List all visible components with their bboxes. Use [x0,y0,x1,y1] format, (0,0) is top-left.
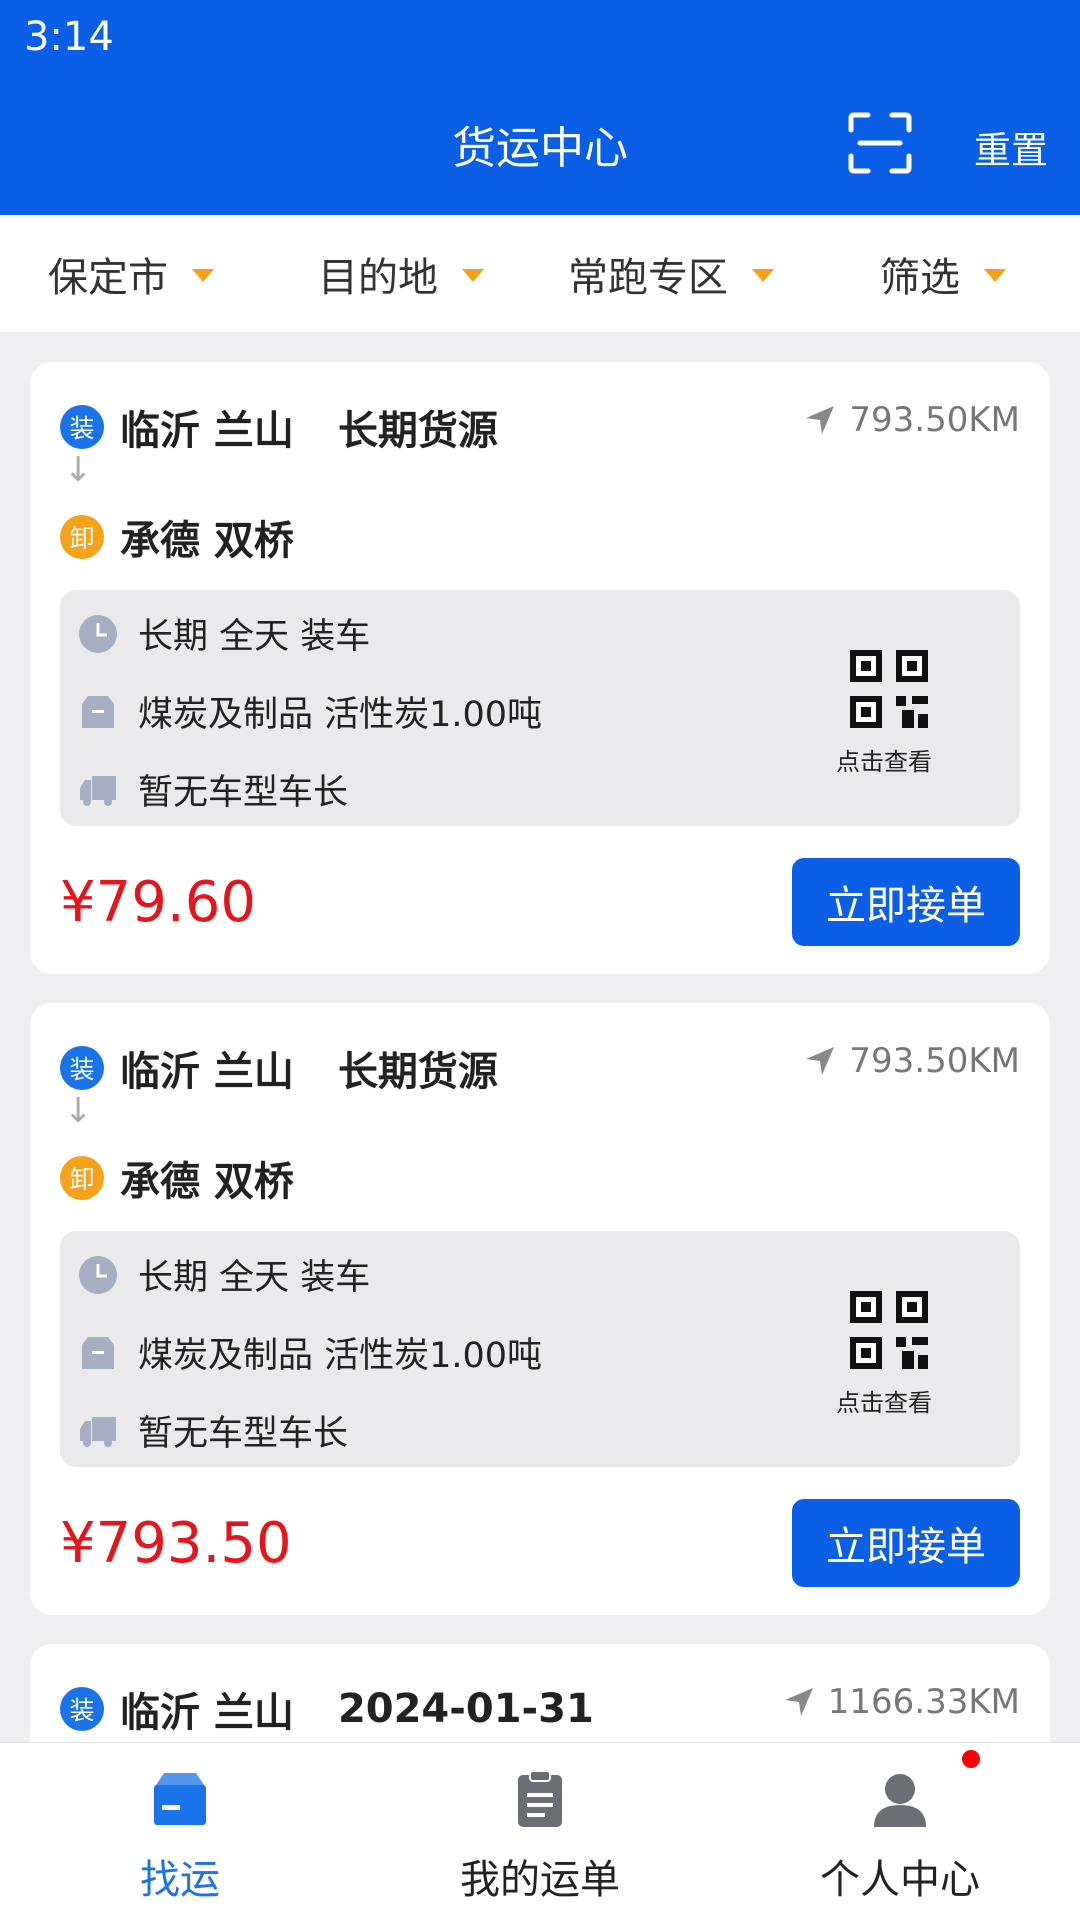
tab-profile[interactable]: 个人中心 [720,1743,1080,1920]
origin-text: 临沂 兰山 [120,408,294,454]
origin-row: 装 临沂 兰山 长期货源 [60,398,498,456]
truck-info: 暂无车型车长 [78,764,348,815]
distance: 793.50KM [803,398,1020,442]
tab-find-freight-label: 找运 [140,1857,220,1903]
origin-text: 临沂 兰山 [120,1049,294,1095]
time-info-text: 长期 全天 装车 [138,1258,371,1298]
filter-destination-label: 目的地 [318,254,438,301]
origin-text: 临沂 兰山 [120,1690,294,1736]
person-icon [874,1774,926,1827]
distance-text: 1166.33KM [827,1682,1020,1722]
order-card[interactable]: 装 临沂 兰山 长期货源 793.50KM ↓ 卸 承德 双桥 长期 全天 装车… [30,1003,1050,1615]
truck-info: 暂无车型车长 [78,1405,348,1456]
cargo-info-text: 煤炭及制品 活性炭1.00吨 [138,695,543,735]
filter-more[interactable]: 筛选 [880,215,1006,332]
truck-info-text: 暂无车型车长 [138,773,349,813]
qr-code-icon[interactable] [850,650,928,728]
tab-my-orders-label: 我的运单 [460,1857,620,1903]
truck-icon [80,1416,116,1447]
load-badge: 装 [60,405,104,449]
tab-profile-label: 个人中心 [820,1857,980,1903]
load-badge: 装 [60,1687,104,1731]
reset-button[interactable]: 重置 [974,120,1048,174]
navigation-icon [806,406,835,434]
truck-info-text: 暂无车型车长 [138,1414,349,1454]
page-title: 货运中心 [452,123,628,174]
qr-view-label[interactable]: 点击查看 [836,742,932,777]
box-icon [82,695,114,728]
navigation-icon [784,1688,813,1716]
unload-badge: 卸 [60,1156,104,1200]
cargo-info: 煤炭及制品 活性炭1.00吨 [78,1327,542,1378]
filter-origin-label: 保定市 [48,254,168,301]
time-info-text: 长期 全天 装车 [138,617,371,657]
notification-dot [962,1750,980,1768]
caret-down-icon [984,269,1006,282]
tab-my-orders[interactable]: 我的运单 [360,1743,720,1920]
caret-down-icon [462,269,484,282]
destination-text: 承德 双桥 [120,518,294,564]
truck-icon [80,775,116,806]
box-icon [82,1336,114,1369]
order-tag: 长期货源 [337,1049,498,1095]
destination-text: 承德 双桥 [120,1159,294,1205]
cargo-info-text: 煤炭及制品 活性炭1.00吨 [138,1336,543,1376]
scan-icon[interactable] [848,112,912,174]
time-info: 长期 全天 装车 [78,608,370,659]
box-icon [154,1773,206,1825]
order-card[interactable]: 装 临沂 兰山 长期货源 793.50KM ↓ 卸 承德 双桥 长期 全天 装车… [30,362,1050,974]
caret-down-icon [192,269,214,282]
accept-order-button[interactable]: 立即接单 [792,858,1020,946]
clock-icon [79,1255,117,1294]
origin-row: 装 临沂 兰山 长期货源 [60,1039,498,1097]
order-info-box: 长期 全天 装车 煤炭及制品 活性炭1.00吨 暂无车型车长 点击查看 [60,1231,1020,1467]
distance: 793.50KM [803,1039,1020,1083]
unload-badge: 卸 [60,515,104,559]
caret-down-icon [752,269,774,282]
navigation-icon [806,1047,835,1075]
clipboard-icon [518,1770,562,1827]
order-tag: 长期货源 [337,408,498,454]
destination-row: 卸 承德 双桥 [60,1149,294,1207]
time-info: 长期 全天 装车 [78,1249,370,1300]
price: ¥793.50 [60,1511,292,1576]
filter-more-label: 筛选 [880,254,960,301]
filter-frequent-zone[interactable]: 常跑专区 [568,215,774,332]
origin-row: 装 临沂 兰山 2024-01-31 [60,1680,594,1738]
clock-icon [79,614,117,653]
app-header: 3:14 货运中心 重置 [0,0,1080,215]
destination-row: 卸 承德 双桥 [60,508,294,566]
order-tag: 2024-01-31 [337,1686,594,1732]
accept-order-button[interactable]: 立即接单 [792,1499,1020,1587]
filter-origin[interactable]: 保定市 [48,215,214,332]
filter-bar: 保定市 目的地 常跑专区 筛选 [0,215,1080,332]
order-info-box: 长期 全天 装车 煤炭及制品 活性炭1.00吨 暂无车型车长 点击查看 [60,590,1020,826]
status-time: 3:14 [24,14,114,60]
filter-destination[interactable]: 目的地 [318,215,484,332]
price: ¥79.60 [60,870,256,935]
qr-view-label[interactable]: 点击查看 [836,1383,932,1418]
bottom-tab-bar: 找运 我的运单 个人中心 [0,1742,1080,1920]
route-arrow-icon: ↓ [64,1091,93,1131]
qr-code-icon[interactable] [850,1291,928,1369]
load-badge: 装 [60,1046,104,1090]
distance-text: 793.50KM [849,1041,1020,1081]
route-arrow-icon: ↓ [64,450,93,490]
distance-text: 793.50KM [849,400,1020,440]
tab-find-freight[interactable]: 找运 [0,1743,360,1920]
filter-frequent-zone-label: 常跑专区 [568,254,728,301]
cargo-info: 煤炭及制品 活性炭1.00吨 [78,686,542,737]
distance: 1166.33KM [782,1680,1020,1724]
